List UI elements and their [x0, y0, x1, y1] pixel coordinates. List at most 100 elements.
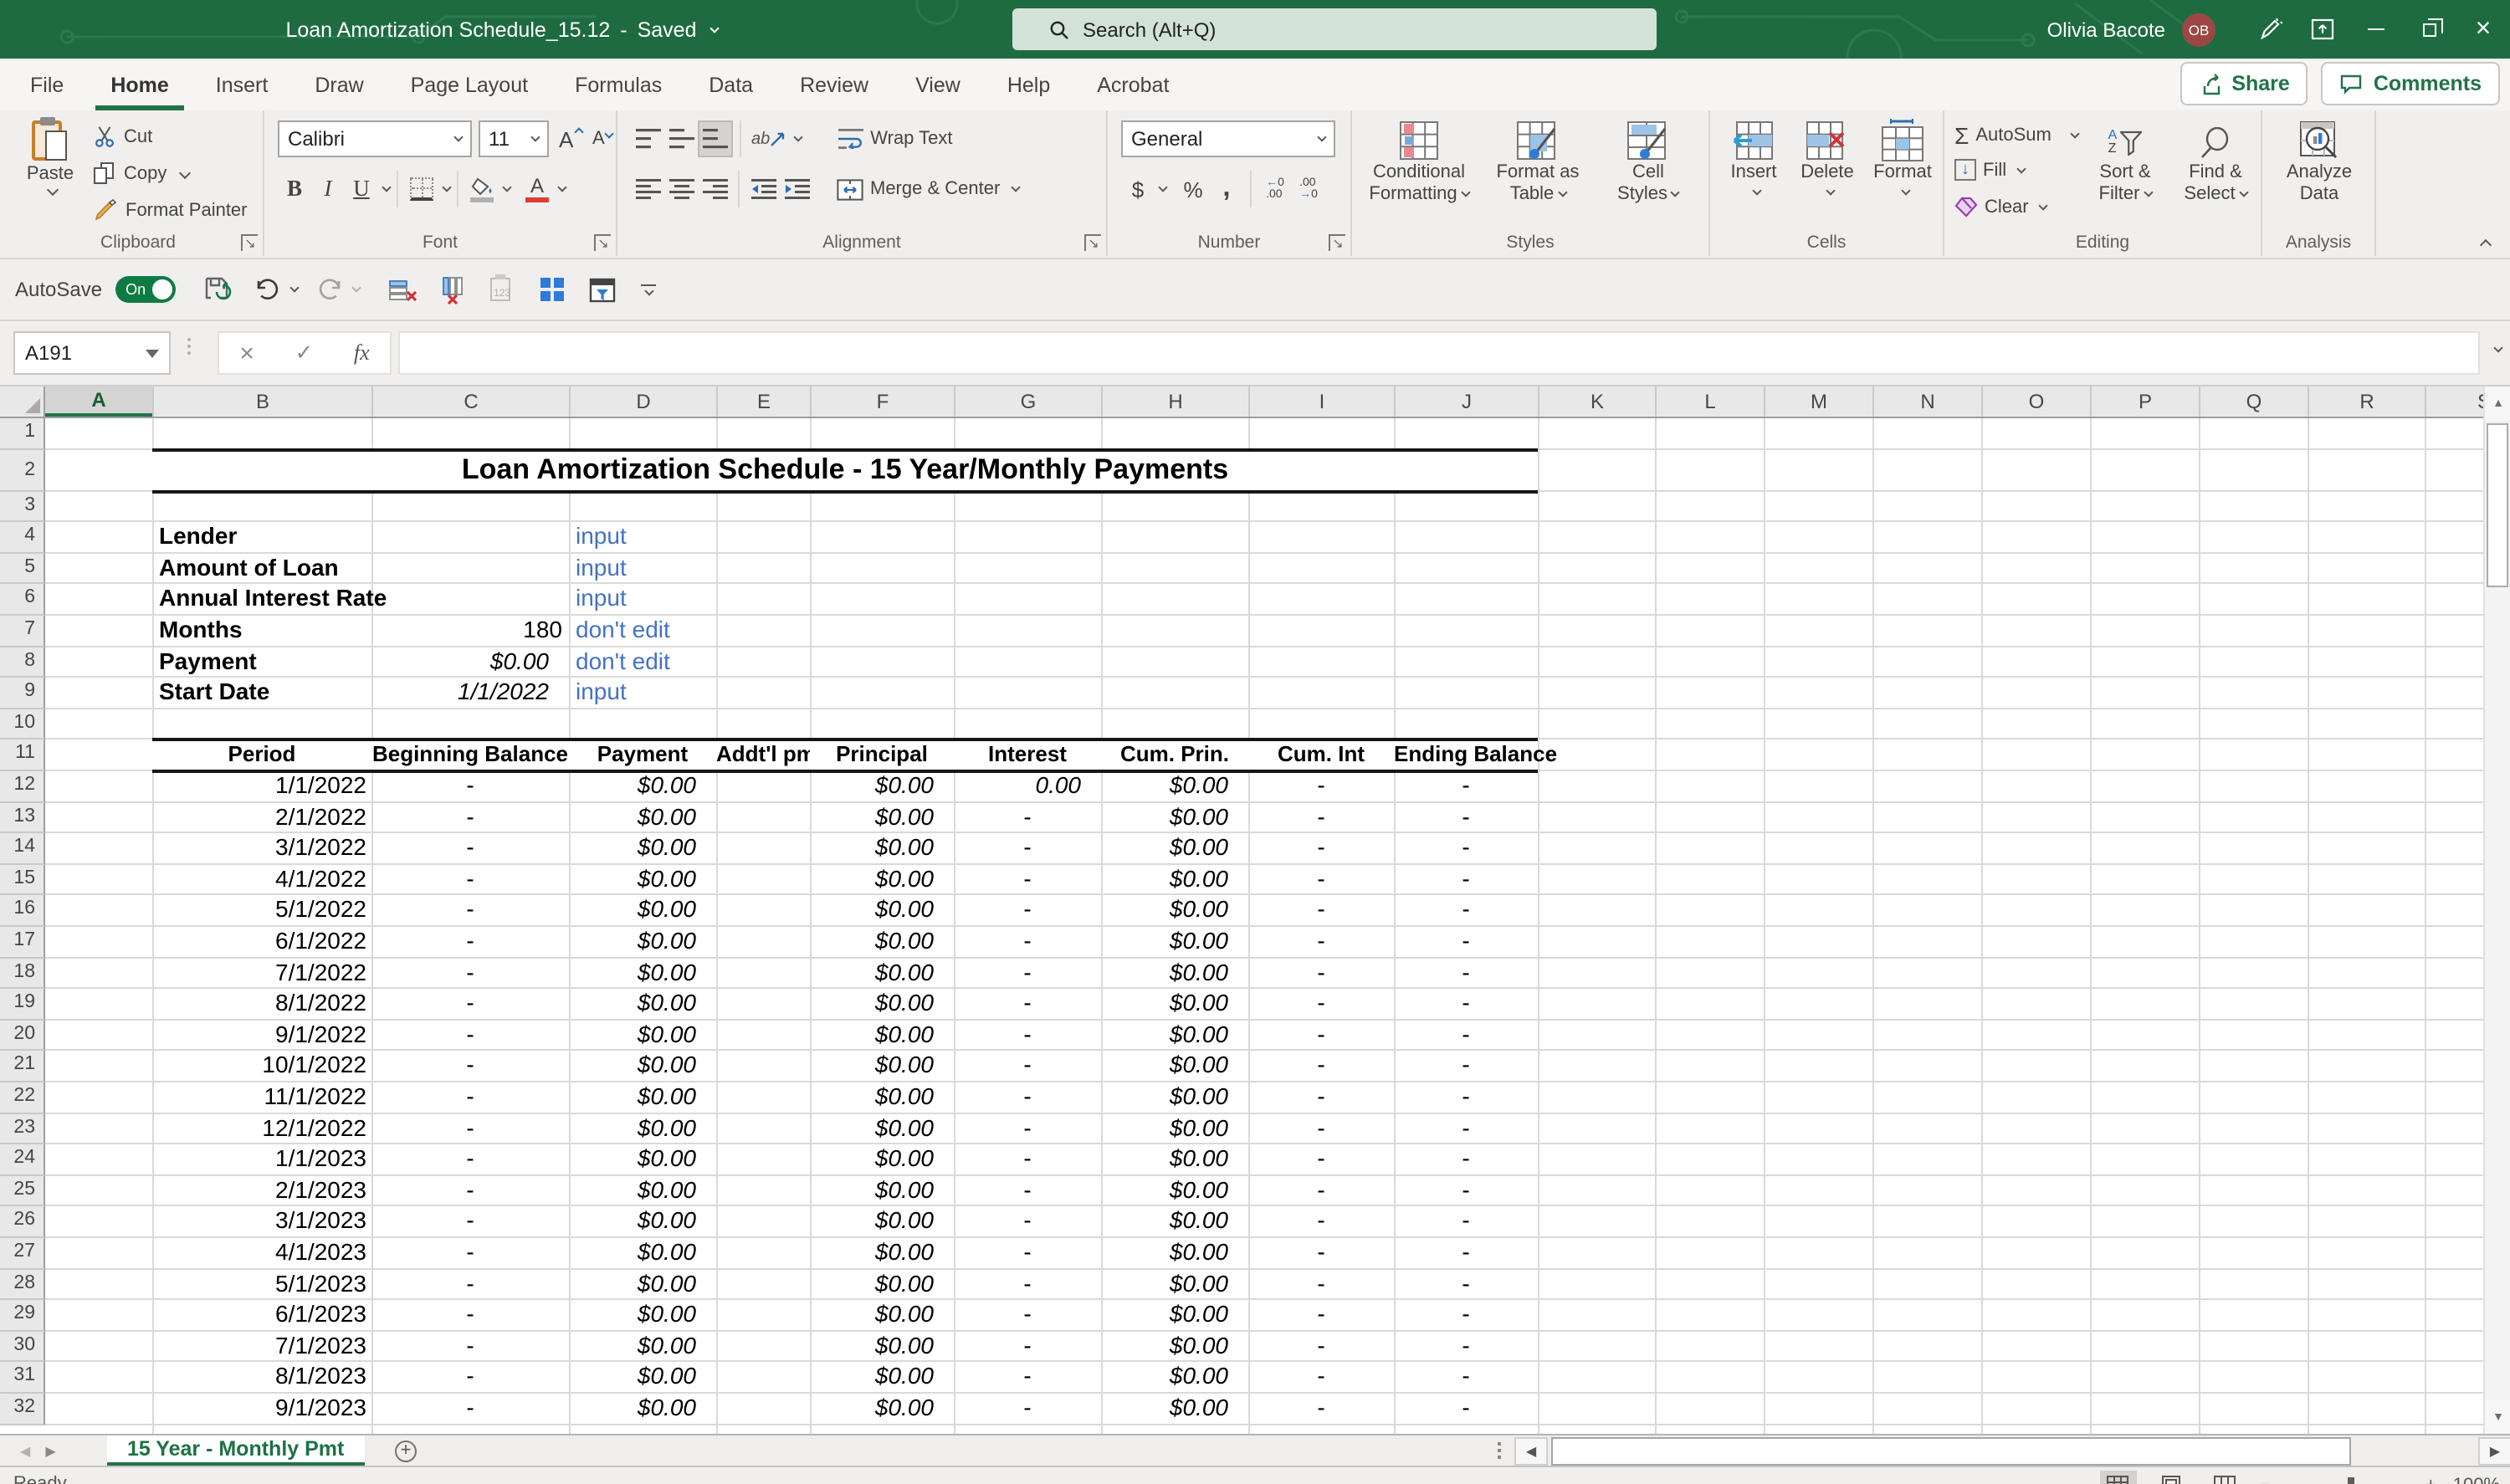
formula-input[interactable]: [398, 331, 2480, 375]
row-header-24[interactable]: 24: [0, 1144, 45, 1176]
column-header-D[interactable]: D: [569, 386, 716, 417]
cell-H21[interactable]: $0.00: [1101, 1052, 1248, 1081]
undo-button[interactable]: [249, 269, 286, 310]
row-header-27[interactable]: 27: [0, 1238, 45, 1270]
column-header-Q[interactable]: Q: [2199, 386, 2308, 417]
cell-F13[interactable]: $0.00: [810, 802, 954, 832]
number-format-select[interactable]: General: [1121, 120, 1335, 157]
row-header-22[interactable]: 22: [0, 1082, 45, 1114]
undo-dropdown-icon[interactable]: [289, 283, 300, 293]
cell-B21[interactable]: 10/1/2022: [152, 1052, 371, 1081]
cell-B4[interactable]: Lender: [152, 522, 371, 551]
cell-I28[interactable]: -: [1248, 1269, 1394, 1298]
autosave-toggle[interactable]: On: [115, 276, 177, 303]
paste-values-button[interactable]: 123: [484, 269, 520, 310]
row-header-5[interactable]: 5: [0, 553, 45, 585]
alignment-dialog-launcher-icon[interactable]: ↘: [1084, 234, 1101, 251]
cell-C8[interactable]: $0.00: [371, 647, 569, 676]
cell-B7[interactable]: Months: [152, 616, 371, 645]
cell-C30[interactable]: -: [371, 1332, 569, 1361]
cell-I18[interactable]: -: [1248, 958, 1394, 987]
column-header-A[interactable]: A: [45, 386, 152, 417]
row-header-6[interactable]: 6: [0, 584, 45, 616]
row-header-1[interactable]: 1: [0, 418, 45, 450]
underline-button[interactable]: U: [345, 171, 378, 207]
analyze-data-button[interactable]: Analyze Data: [2276, 119, 2363, 204]
accounting-dropdown-icon[interactable]: [1158, 182, 1168, 192]
insert-function-icon[interactable]: fx: [354, 340, 370, 366]
cell-H23[interactable]: $0.00: [1101, 1113, 1248, 1143]
cell-F22[interactable]: $0.00: [810, 1082, 954, 1112]
cell-G14[interactable]: -: [954, 833, 1101, 862]
menu-tab-help[interactable]: Help: [992, 59, 1065, 110]
delete-columns-button[interactable]: [433, 269, 470, 310]
paste-button[interactable]: Paste: [17, 117, 84, 197]
font-size-select[interactable]: 11: [479, 120, 549, 157]
cell-G23[interactable]: -: [954, 1113, 1101, 1143]
cell-G16[interactable]: -: [954, 896, 1101, 925]
cell-I29[interactable]: -: [1248, 1300, 1394, 1329]
cell-J19[interactable]: -: [1394, 989, 1538, 1018]
cell-D32[interactable]: $0.00: [569, 1394, 716, 1423]
cell-J29[interactable]: -: [1394, 1300, 1538, 1329]
title-chevron-icon[interactable]: [709, 23, 720, 33]
cell-G30[interactable]: -: [954, 1332, 1101, 1361]
cell-B26[interactable]: 3/1/2023: [152, 1207, 371, 1236]
row-header-30[interactable]: 30: [0, 1331, 45, 1363]
cell-F32[interactable]: $0.00: [810, 1394, 954, 1423]
cut-button[interactable]: Cut: [94, 125, 152, 147]
format-as-table-button[interactable]: Format as Table: [1483, 119, 1593, 204]
minimize-button[interactable]: [2349, 0, 2403, 59]
scroll-down-icon[interactable]: ▼: [2485, 1400, 2510, 1434]
column-header-K[interactable]: K: [1538, 386, 1655, 417]
cell-C17[interactable]: -: [371, 927, 569, 956]
cell-J31[interactable]: -: [1394, 1363, 1538, 1392]
cell-F16[interactable]: $0.00: [810, 896, 954, 925]
spreadsheet-grid[interactable]: 1 2 3 4 5 6 7 8 9 10 11 12 13 14 15 16 17 18 19 20 21 22 23 24 2…: [0, 418, 2510, 1434]
name-box[interactable]: A191: [13, 331, 171, 375]
paste-dropdown-icon[interactable]: [46, 183, 59, 197]
add-sheet-icon[interactable]: +: [395, 1441, 417, 1462]
column-header-R[interactable]: R: [2308, 386, 2425, 417]
cell-J24[interactable]: -: [1394, 1144, 1538, 1174]
cell-H22[interactable]: $0.00: [1101, 1082, 1248, 1112]
cell-J13[interactable]: -: [1394, 802, 1538, 832]
formula-bar-grip[interactable]: [187, 338, 191, 355]
cell-C23[interactable]: -: [371, 1113, 569, 1143]
cell-F19[interactable]: $0.00: [810, 989, 954, 1018]
number-dialog-launcher-icon[interactable]: ↘: [1329, 234, 1345, 251]
row-header-19[interactable]: 19: [0, 989, 45, 1021]
menu-tab-acrobat[interactable]: Acrobat: [1082, 59, 1184, 110]
bold-button[interactable]: B: [278, 171, 311, 207]
merge-center-dropdown-icon[interactable]: [1010, 182, 1020, 192]
cell-D31[interactable]: $0.00: [569, 1363, 716, 1392]
cell-B27[interactable]: 4/1/2023: [152, 1238, 371, 1267]
cell-I17[interactable]: -: [1248, 927, 1394, 956]
prev-sheet-icon[interactable]: ◀: [20, 1444, 30, 1459]
view-options-button[interactable]: [534, 269, 571, 310]
cell-B14[interactable]: 3/1/2022: [152, 833, 371, 862]
cell-G20[interactable]: -: [954, 1021, 1101, 1050]
cell-B6[interactable]: Annual Interest Rate: [152, 585, 387, 614]
cell-B15[interactable]: 4/1/2022: [152, 865, 371, 894]
vertical-scroll-thumb[interactable]: [2487, 423, 2508, 587]
cell-H15[interactable]: $0.00: [1101, 865, 1248, 894]
cell-B22[interactable]: 11/1/2022: [152, 1082, 371, 1112]
increase-decimal-button[interactable]: ←0 .00: [1258, 171, 1292, 207]
cell-B32[interactable]: 9/1/2023: [152, 1394, 371, 1423]
cell-C27[interactable]: -: [371, 1238, 569, 1267]
cell-J27[interactable]: -: [1394, 1238, 1538, 1267]
cell-B16[interactable]: 5/1/2022: [152, 896, 371, 925]
cell-D16[interactable]: $0.00: [569, 896, 716, 925]
name-box-dropdown-icon[interactable]: [146, 349, 159, 357]
cell-D23[interactable]: $0.00: [569, 1113, 716, 1143]
cell-B9[interactable]: Start Date: [152, 678, 371, 707]
filter-sheet-button[interactable]: [584, 269, 621, 310]
cell-J12[interactable]: -: [1394, 771, 1538, 801]
font-color-dropdown-icon[interactable]: [557, 182, 567, 192]
row-header-7[interactable]: 7: [0, 616, 45, 647]
user-name[interactable]: Olivia Bacote: [2047, 18, 2165, 41]
row-header-10[interactable]: 10: [0, 709, 45, 740]
column-header-I[interactable]: I: [1248, 386, 1394, 417]
fill-color-button[interactable]: [465, 171, 499, 207]
